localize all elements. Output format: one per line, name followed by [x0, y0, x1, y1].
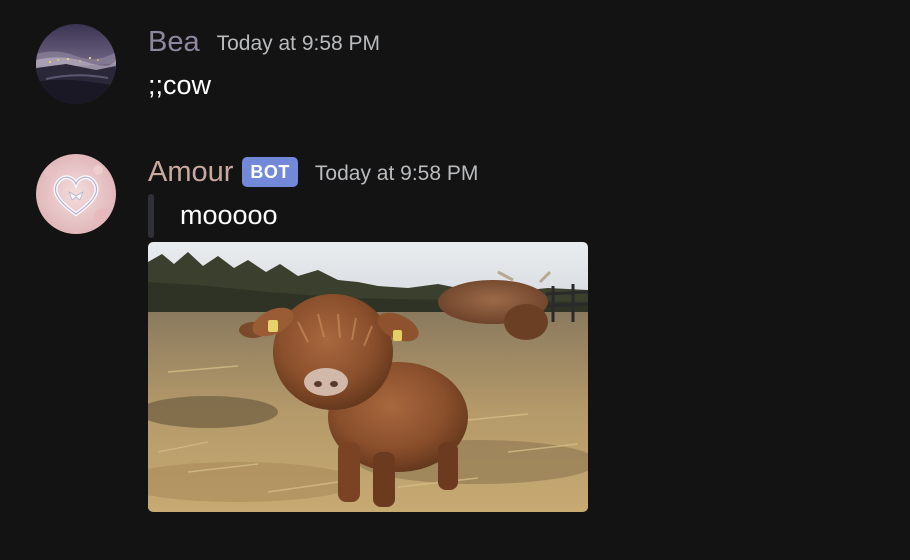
heart-avatar	[36, 154, 116, 234]
message-header: Bea Today at 9:58 PM	[148, 22, 380, 62]
highland-calf-gif[interactable]	[148, 242, 588, 512]
embed-description: mooooo	[180, 200, 278, 230]
chat-messages: Bea Today at 9:58 PM ;;cow Amour BOT Tod…	[0, 0, 910, 560]
timestamp[interactable]: Today at 9:58 PM	[315, 154, 478, 194]
message-text: ;;cow	[148, 70, 212, 100]
timestamp[interactable]: Today at 9:58 PM	[217, 24, 380, 64]
username-bea[interactable]: Bea	[148, 22, 200, 62]
night-landscape-avatar	[36, 24, 116, 104]
bot-badge: BOT	[242, 157, 298, 187]
highland-calf-image	[148, 242, 588, 512]
avatar-amour[interactable]	[36, 154, 116, 234]
username-amour[interactable]: Amour	[148, 152, 233, 192]
message-header: Amour BOT Today at 9:58 PM	[148, 152, 478, 192]
embed-accent-bar	[148, 194, 154, 238]
avatar-bea[interactable]	[36, 24, 116, 104]
